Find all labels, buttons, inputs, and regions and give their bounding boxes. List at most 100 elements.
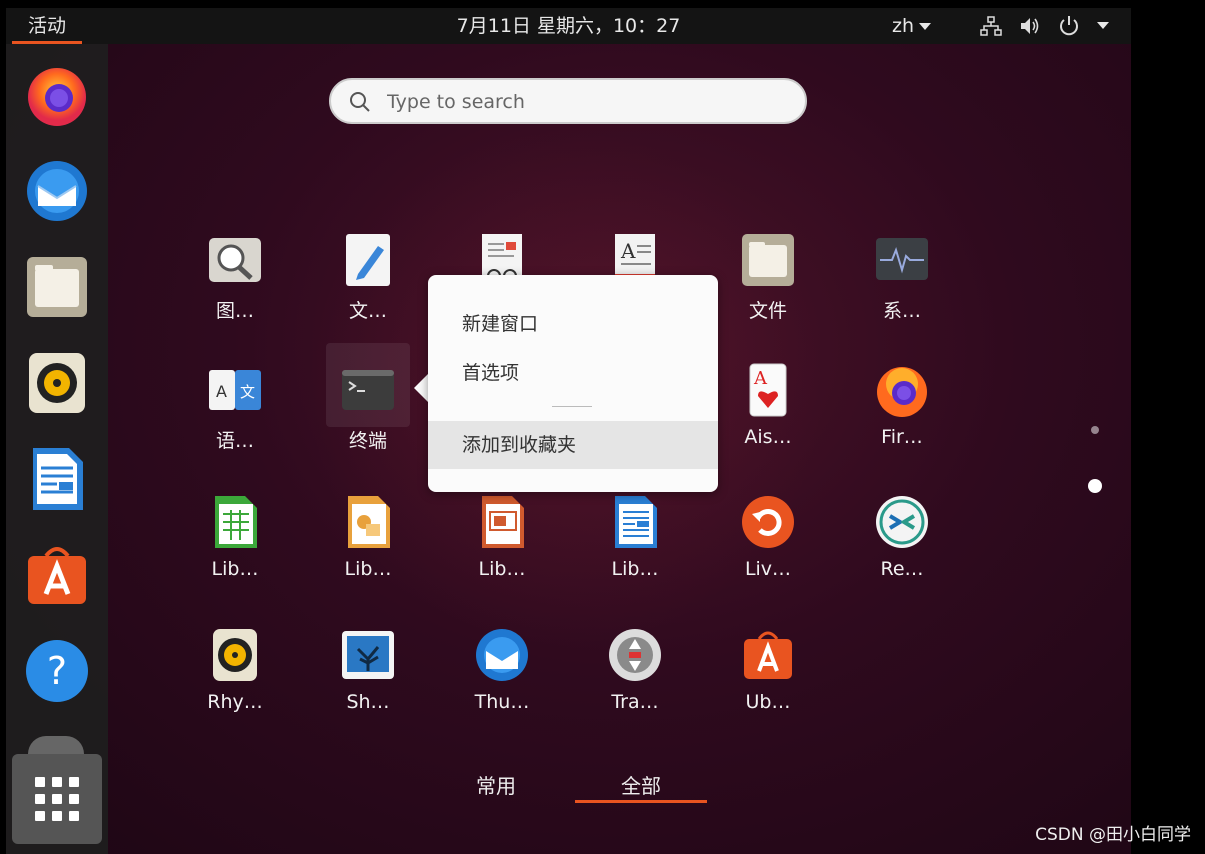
context-menu-arrow [414, 374, 428, 402]
search-icon [350, 92, 370, 112]
app-label: Liv… [744, 558, 792, 580]
app-terminal[interactable]: 终端 [313, 346, 423, 470]
dock-thunderbird[interactable] [22, 156, 92, 226]
app-shotwell[interactable]: Sh… [313, 611, 423, 735]
app-firefox[interactable]: Fir… [847, 346, 957, 470]
app-label: Lib… [611, 558, 659, 580]
app-label: 图… [215, 300, 254, 322]
system-menu-chevron-icon[interactable] [1097, 22, 1109, 29]
libreoffice-writer-icon [33, 448, 83, 510]
app-system-monitor[interactable]: 系… [847, 216, 957, 340]
svg-text:文: 文 [240, 383, 255, 401]
svg-text:A: A [753, 368, 768, 389]
app-text-editor[interactable]: 文… [313, 216, 423, 340]
app-libreoffice-impress[interactable]: Lib… [447, 478, 557, 602]
language-support-icon: A 文 [209, 370, 261, 410]
top-bar: 活动 7月11日 星期六，10：27 zh [6, 8, 1131, 44]
app-label: Re… [880, 558, 924, 580]
power-icon[interactable] [1058, 15, 1080, 37]
app-grid-icon [35, 777, 79, 821]
volume-icon[interactable] [1019, 15, 1041, 37]
app-label: 文… [348, 300, 387, 322]
app-libreoffice-calc[interactable]: Lib… [180, 478, 290, 602]
show-applications-button[interactable] [12, 754, 102, 844]
page-dot-2[interactable] [1088, 479, 1102, 493]
search-input[interactable] [387, 88, 787, 116]
app-label: Sh… [346, 691, 390, 713]
menu-item-add-to-favorites[interactable]: 添加到收藏夹 [428, 421, 718, 469]
dock-partial-item [28, 736, 84, 754]
tab-all[interactable]: 全部 [611, 770, 671, 799]
shotwell-icon [342, 631, 394, 679]
network-icon[interactable] [980, 15, 1002, 37]
app-libreoffice-draw[interactable]: Lib… [313, 478, 423, 602]
ubuntu-software-icon [744, 631, 792, 679]
app-label: Thu… [474, 691, 530, 713]
app-label: Rhy… [207, 691, 263, 713]
tab-all-underline [575, 800, 707, 803]
files-icon [27, 257, 87, 317]
aisleriot-cards-icon: A [749, 363, 787, 417]
ubuntu-software-icon [28, 547, 86, 604]
tab-frequent[interactable]: 常用 [466, 770, 526, 799]
app-transmission[interactable]: Tra… [580, 611, 690, 735]
app-rhythmbox[interactable]: Rhy… [180, 611, 290, 735]
search-bar[interactable] [329, 78, 807, 124]
app-label: Lib… [478, 558, 526, 580]
input-language-menu[interactable]: zh [892, 8, 932, 44]
app-aisleriot[interactable]: A Ais… [713, 346, 823, 470]
menu-item-preferences[interactable]: 首选项 [428, 349, 718, 397]
libreoffice-writer-icon [615, 496, 657, 548]
libreoffice-impress-icon [482, 496, 524, 548]
app-files[interactable]: 文件 [713, 216, 823, 340]
desktop-screen: 活动 7月11日 星期六，10：27 zh ? Type to search 图… [6, 8, 1131, 854]
dock-files[interactable] [22, 252, 92, 322]
app-label: 文件 [748, 300, 787, 322]
app-label: 终端 [348, 430, 387, 452]
watermark: CSDN @田小白同学 [1035, 825, 1191, 845]
dock-ubuntu-software[interactable] [22, 540, 92, 610]
svg-text:?: ? [47, 649, 67, 693]
system-monitor-icon [876, 238, 928, 280]
app-remmina[interactable]: Re… [847, 478, 957, 602]
image-viewer-icon [209, 238, 261, 282]
chevron-down-icon [919, 23, 932, 30]
rhythmbox-icon [213, 629, 257, 681]
app-livepatch[interactable]: Liv… [713, 478, 823, 602]
thunderbird-icon [27, 161, 87, 221]
language-label: zh [892, 15, 915, 37]
firefox-icon [877, 367, 927, 417]
live-patch-icon [742, 496, 794, 548]
libreoffice-calc-icon [215, 496, 257, 548]
app-label: 语… [215, 430, 254, 452]
firefox-icon [28, 68, 86, 126]
dock-rhythmbox[interactable] [22, 348, 92, 418]
dock: ? [6, 44, 108, 854]
dock-help[interactable]: ? [22, 636, 92, 706]
svg-text:A: A [216, 382, 227, 401]
dock-libreoffice-writer[interactable] [22, 444, 92, 514]
page-dot-1[interactable] [1091, 426, 1099, 434]
files-icon [742, 234, 794, 286]
menu-separator [552, 406, 592, 407]
svg-text:A: A [620, 239, 636, 263]
dock-firefox[interactable] [22, 60, 92, 130]
clock[interactable]: 7月11日 星期六，10：27 [6, 8, 1131, 44]
remmina-icon [876, 496, 928, 548]
app-label: Lib… [211, 558, 259, 580]
app-libreoffice-writer[interactable]: Lib… [580, 478, 690, 602]
terminal-icon [342, 370, 394, 410]
app-ubuntu-software[interactable]: Ub… [713, 611, 823, 735]
text-editor-icon [346, 234, 390, 286]
menu-item-new-window[interactable]: 新建窗口 [428, 300, 718, 348]
app-label: 系… [882, 300, 921, 322]
app-language-support[interactable]: A 文 语… [180, 346, 290, 470]
app-thunderbird[interactable]: Thu… [447, 611, 557, 735]
app-label: Ub… [745, 691, 791, 713]
app-label: Fir… [881, 426, 923, 448]
app-label: Lib… [344, 558, 392, 580]
libreoffice-draw-icon [348, 496, 390, 548]
app-label: Ais… [744, 426, 792, 448]
app-image-viewer[interactable]: 图… [180, 216, 290, 340]
context-menu: 新建窗口 首选项 添加到收藏夹 [428, 275, 718, 492]
